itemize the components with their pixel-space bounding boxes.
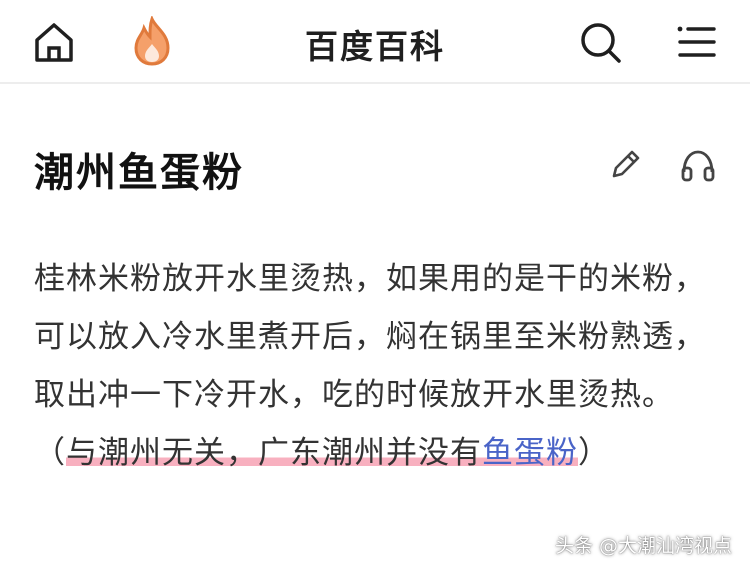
source-watermark: 头条 @大潮汕湾视点	[554, 535, 732, 557]
highlighted-note: 与潮州无关，广东潮州并没有鱼蛋粉	[66, 435, 578, 471]
entry-summary: 桂林米粉放开水里烫热，如果用的是干的米粉，可以放入冷水里煮开后，焖在锅里至米粉熟…	[34, 250, 714, 482]
edit-icon[interactable]	[606, 146, 644, 184]
top-navigation-bar: 百度百科	[0, 0, 750, 84]
note-close-paren: ）	[578, 435, 610, 471]
app-title: 百度百科	[305, 27, 445, 66]
entry-title: 潮州鱼蛋粉	[34, 150, 244, 196]
yu-dan-fen-link[interactable]: 鱼蛋粉	[482, 435, 578, 471]
search-icon[interactable]	[576, 18, 624, 66]
note-open-paren: （	[34, 435, 66, 471]
note-text: 与潮州无关，广东潮州并没有	[66, 435, 482, 471]
summary-text: 桂林米粉放开水里烫热，如果用的是干的米粉，可以放入冷水里煮开后，焖在锅里至米粉熟…	[34, 261, 706, 413]
headphones-icon[interactable]	[678, 146, 718, 184]
menu-icon[interactable]	[672, 18, 720, 66]
